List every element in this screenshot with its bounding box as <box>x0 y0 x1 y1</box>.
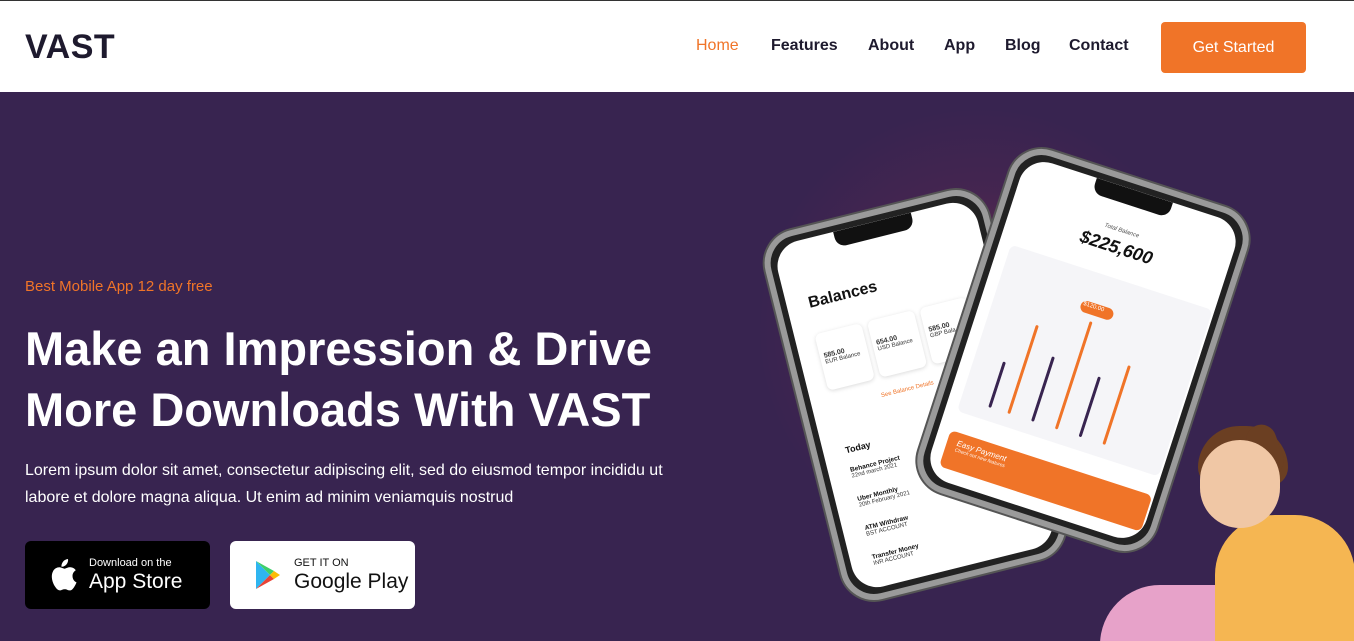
apple-icon <box>47 559 79 591</box>
transaction-item: Transfer Money INR ACCOUNT <box>871 543 921 567</box>
nav-features[interactable]: Features <box>771 37 838 55</box>
logo[interactable]: VAST <box>25 28 115 67</box>
chart-bars <box>988 300 1131 445</box>
phone-notch <box>1091 177 1173 218</box>
google-play-big: Google Play <box>294 569 409 593</box>
google-play-icon <box>252 559 284 591</box>
transaction-item: ATM Withdraw BST ACCOUNT <box>864 514 910 537</box>
nav-app[interactable]: App <box>944 37 975 55</box>
character-head <box>1200 440 1280 528</box>
transaction-item: Uber Monthly 20th February 2021 <box>857 483 911 509</box>
balance-card: 585.00 EUR Balance <box>814 322 875 391</box>
app-store-big: App Store <box>89 569 183 593</box>
app-store-button[interactable]: Download on the App Store <box>25 541 210 609</box>
get-started-button[interactable]: Get Started <box>1161 22 1306 73</box>
balances-title: Balances <box>806 278 879 312</box>
hero-headline: Make an Impression & Drive More Download… <box>25 322 652 436</box>
nav-about[interactable]: About <box>868 37 914 55</box>
phone-notch <box>833 212 915 248</box>
transaction-item: Behance Project 22nd march 2021 <box>849 455 902 480</box>
character-body <box>1215 515 1354 641</box>
google-play-button[interactable]: GET IT ON Google Play <box>230 541 415 609</box>
hero-tagline: Best Mobile App 12 day free <box>25 278 213 295</box>
nav-blog[interactable]: Blog <box>1005 37 1041 55</box>
hero-description: Lorem ipsum dolor sit amet, consectetur … <box>25 462 663 506</box>
nav-contact[interactable]: Contact <box>1069 37 1129 55</box>
balance-chart: $120.00 <box>956 244 1213 477</box>
balance-card: 654.00 USD Balance <box>866 309 928 378</box>
see-balance-link: See Balance Details <box>880 380 935 400</box>
nav-home[interactable]: Home <box>696 37 739 55</box>
today-heading: Today <box>844 439 872 456</box>
app-store-small: Download on the <box>89 556 172 569</box>
site-header: VAST Home Features About App Blog Contac… <box>0 0 1354 92</box>
hero-section: Best Mobile App 12 day free Make an Impr… <box>0 92 1354 641</box>
google-play-small: GET IT ON <box>294 556 349 569</box>
